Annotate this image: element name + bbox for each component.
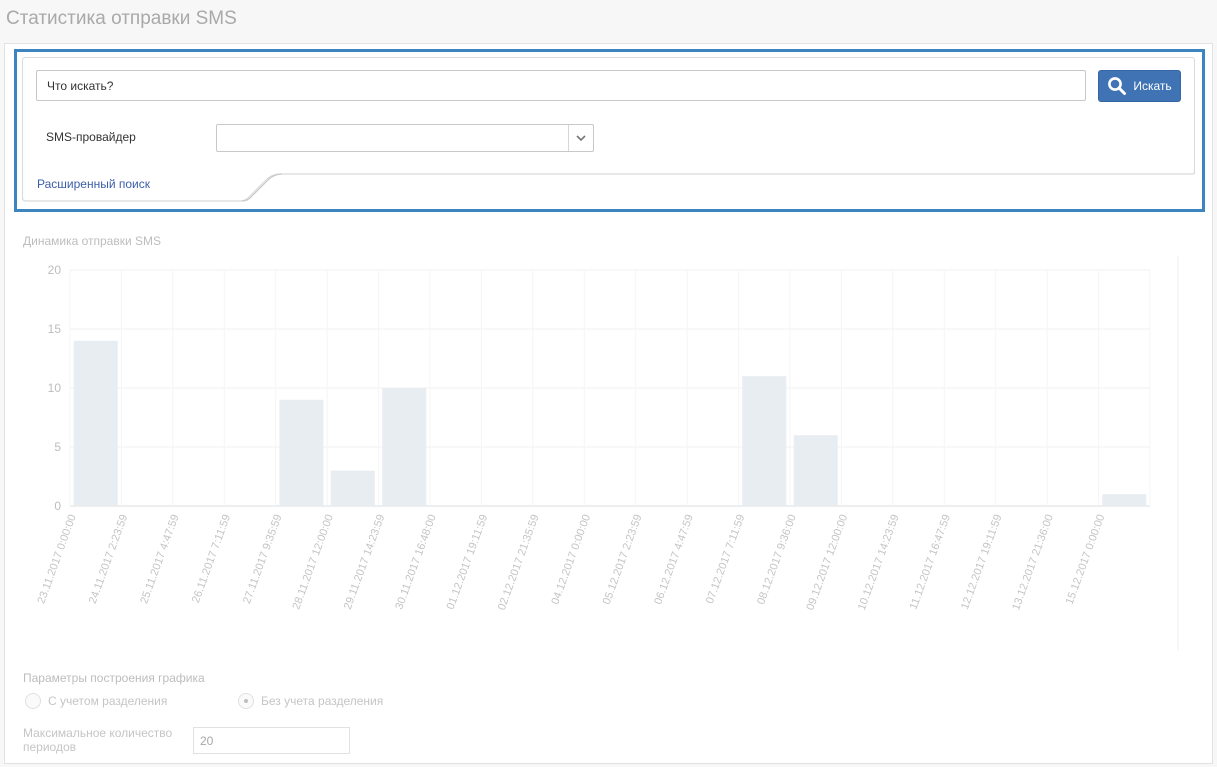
radio-without-split-label: Без учета разделения xyxy=(261,694,384,708)
x-tick-label: 12.12.2017 19:11:59 xyxy=(959,513,1005,611)
x-tick-label: 25.11.2017 4:47:59 xyxy=(138,513,181,605)
chart-bar xyxy=(279,399,324,506)
chart-bar xyxy=(742,376,787,506)
y-tick-label: 10 xyxy=(48,381,62,395)
x-tick-label: 09.12.2017 12:00:00 xyxy=(804,513,850,612)
x-tick-label: 01.12.2017 19:11:59 xyxy=(445,513,491,611)
radio-with-split-circle[interactable] xyxy=(25,693,41,709)
x-tick-label: 08.12.2017 9:36:00 xyxy=(755,513,799,606)
max-periods-input[interactable] xyxy=(193,727,350,754)
radio-without-split-circle[interactable] xyxy=(238,693,254,709)
x-tick-label: 06.12.2017 4:47:59 xyxy=(652,513,696,606)
x-tick-label: 27.11.2017 9:35:59 xyxy=(241,513,284,605)
x-tick-label: 04.12.2017 0:00:00 xyxy=(549,513,593,606)
x-tick-label: 07.12.2017 7:11:59 xyxy=(704,513,747,605)
chart-bar xyxy=(1102,494,1147,506)
x-tick-label: 10.12.2017 14:23:59 xyxy=(856,513,902,612)
radio-with-split-label: С учетом разделения xyxy=(48,694,168,708)
sms-chart: 0 5 10 15 20 23.11.2017 0:00:00 24.11.2017 2:2… xyxy=(35,256,1179,650)
x-tick-label: 23.11.2017 0:00:00 xyxy=(35,513,78,605)
x-tick-label: 05.12.2017 2:23:59 xyxy=(601,513,645,606)
x-tick-label: 02.12.2017 21:35:59 xyxy=(496,513,542,612)
max-periods-label: Максимальное количество периодов xyxy=(23,726,173,754)
x-tick-label: 28.11.2017 12:00:00 xyxy=(290,513,336,611)
y-tick-label: 5 xyxy=(54,440,61,454)
chart-bar xyxy=(382,388,427,506)
x-tick-label: 15.12.2017 0:00:00 xyxy=(1064,513,1108,606)
x-tick-label: 26.11.2017 7:11:59 xyxy=(190,513,233,605)
chart-bar xyxy=(330,470,375,506)
y-tick-label: 15 xyxy=(48,322,62,336)
y-tick-label: 0 xyxy=(54,499,61,513)
chart-bar xyxy=(793,435,838,506)
x-tick-label: 13.12.2017 21:36:00 xyxy=(1010,513,1056,612)
x-tick-label: 24.11.2017 2:23:59 xyxy=(87,513,130,605)
x-tick-label: 11.12.2017 16:47:59 xyxy=(908,513,954,611)
y-tick-label: 20 xyxy=(48,263,62,277)
chart-params-title: Параметры построения графика xyxy=(23,671,205,685)
x-tick-label: 29.11.2017 14:23:59 xyxy=(342,513,388,611)
radio-without-split[interactable]: Без учета разделения xyxy=(238,693,383,709)
chart-bar xyxy=(73,340,118,506)
x-tick-label: 30.11.2017 16:48:00 xyxy=(393,513,439,611)
radio-with-split[interactable]: С учетом разделения xyxy=(25,693,167,709)
